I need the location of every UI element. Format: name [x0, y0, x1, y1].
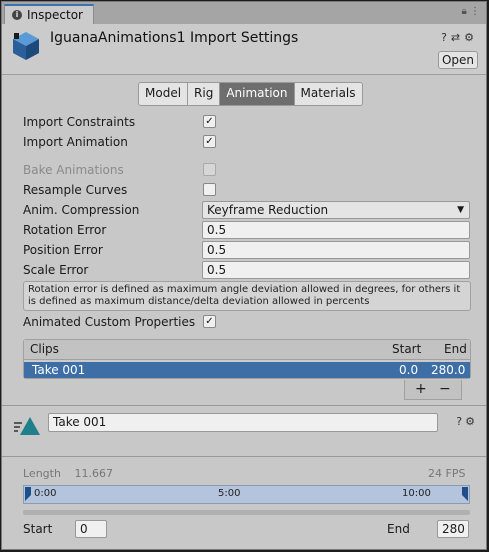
clips-list: Clips Start End Take 001 0.0 280.0	[23, 339, 471, 379]
inspector-header: IguanaAnimations1 Import Settings ?⇄⚙ Op…	[2, 24, 486, 75]
clips-header-start: Start	[392, 342, 422, 356]
fps-value: 24 FPS	[428, 467, 466, 480]
menu-icon[interactable]: ⋮	[470, 6, 480, 17]
position-error-field[interactable]: 0.5	[202, 241, 470, 259]
timeline-ruler[interactable]: 0:00 5:00 10:00	[23, 485, 470, 504]
tab-inspector[interactable]: i Inspector	[4, 4, 94, 25]
clip-end-cell: 280.0	[431, 363, 466, 377]
anim-compression-label: Anim. Compression	[23, 203, 140, 217]
window-controls: 🔒︎ ⋮	[461, 6, 480, 17]
model-asset-icon	[13, 32, 39, 60]
settings-icon[interactable]: ⚙	[464, 31, 478, 44]
end-frame-field[interactable]: 280	[437, 520, 469, 538]
timeline-scrollbar[interactable]	[23, 510, 470, 515]
section-divider	[2, 456, 486, 457]
length-row: Length 11.667	[23, 465, 113, 483]
import-animation-label: Import Animation	[23, 135, 128, 149]
settings-icon[interactable]: ⚙	[465, 415, 478, 428]
timeline-tick-label: 10:00	[402, 488, 431, 499]
tab-rig[interactable]: Rig	[188, 83, 221, 105]
bake-animations-label: Bake Animations	[23, 163, 124, 177]
animated-custom-properties-checkbox[interactable]: ✓	[203, 315, 216, 328]
remove-clip-button[interactable]: −	[439, 380, 451, 398]
help-box: Rotation error is defined as maximum ang…	[23, 281, 471, 311]
clip-name-input[interactable]: Take 001	[48, 413, 438, 432]
start-marker-icon[interactable]	[25, 487, 31, 501]
resample-curves-label: Resample Curves	[23, 183, 128, 197]
clips-header: Clips Start End	[24, 340, 470, 360]
import-constraints-label: Import Constraints	[23, 115, 136, 129]
add-clip-button[interactable]: +	[415, 380, 427, 398]
clip-name-cell: Take 001	[32, 363, 86, 377]
end-label: End	[387, 522, 410, 536]
lock-icon[interactable]: 🔒︎	[461, 6, 466, 17]
section-divider	[2, 405, 486, 406]
preset-icon[interactable]: ⇄	[451, 31, 464, 44]
tab-inspector-label: Inspector	[27, 8, 83, 22]
open-button[interactable]: Open	[438, 51, 478, 69]
resample-curves-checkbox[interactable]	[203, 183, 216, 196]
clip-add-remove: + −	[404, 380, 462, 400]
info-icon: i	[12, 10, 22, 20]
chevron-down-icon: ▼	[457, 205, 464, 215]
position-error-label: Position Error	[23, 243, 103, 257]
length-label: Length	[23, 467, 61, 480]
clip-header-icons: ?⚙	[456, 415, 478, 428]
scale-error-field[interactable]: 0.5	[202, 261, 470, 279]
tab-animation[interactable]: Animation	[220, 83, 295, 105]
help-icon[interactable]: ?	[441, 31, 451, 44]
start-label: Start	[23, 522, 53, 536]
timeline-tick-label: 0:00	[34, 488, 57, 499]
import-constraints-checkbox[interactable]: ✓	[203, 115, 216, 128]
header-icons: ?⇄⚙	[441, 31, 478, 44]
anim-compression-dropdown[interactable]: Keyframe Reduction ▼	[202, 201, 470, 219]
animated-custom-properties-label: Animated Custom Properties	[23, 315, 196, 329]
import-animation-checkbox[interactable]: ✓	[203, 135, 216, 148]
help-icon[interactable]: ?	[456, 415, 465, 428]
timeline-tick-label: 5:00	[218, 488, 241, 499]
end-marker-icon[interactable]	[462, 487, 468, 501]
clips-header-end: End	[444, 342, 467, 356]
inspector-window: i Inspector 🔒︎ ⋮ IguanaAnimations1 Impor…	[1, 1, 487, 550]
start-frame-field[interactable]: 0	[75, 520, 107, 538]
tab-bar: i Inspector 🔒︎ ⋮	[2, 2, 486, 25]
tab-materials[interactable]: Materials	[294, 83, 362, 105]
clips-header-name: Clips	[30, 342, 59, 356]
length-value: 11.667	[74, 467, 113, 480]
animation-clip-icon	[14, 417, 40, 435]
import-tabs: Model Rig Animation Materials	[138, 82, 363, 106]
clip-start-cell: 0.0	[399, 363, 419, 377]
anim-compression-value: Keyframe Reduction	[207, 203, 329, 217]
rotation-error-label: Rotation Error	[23, 223, 107, 237]
scale-error-label: Scale Error	[23, 263, 89, 277]
tab-model[interactable]: Model	[139, 83, 189, 105]
rotation-error-field[interactable]: 0.5	[202, 221, 470, 239]
page-title: IguanaAnimations1 Import Settings	[50, 30, 299, 46]
clip-row[interactable]: Take 001 0.0 280.0	[24, 362, 470, 378]
bake-animations-checkbox	[203, 163, 216, 176]
